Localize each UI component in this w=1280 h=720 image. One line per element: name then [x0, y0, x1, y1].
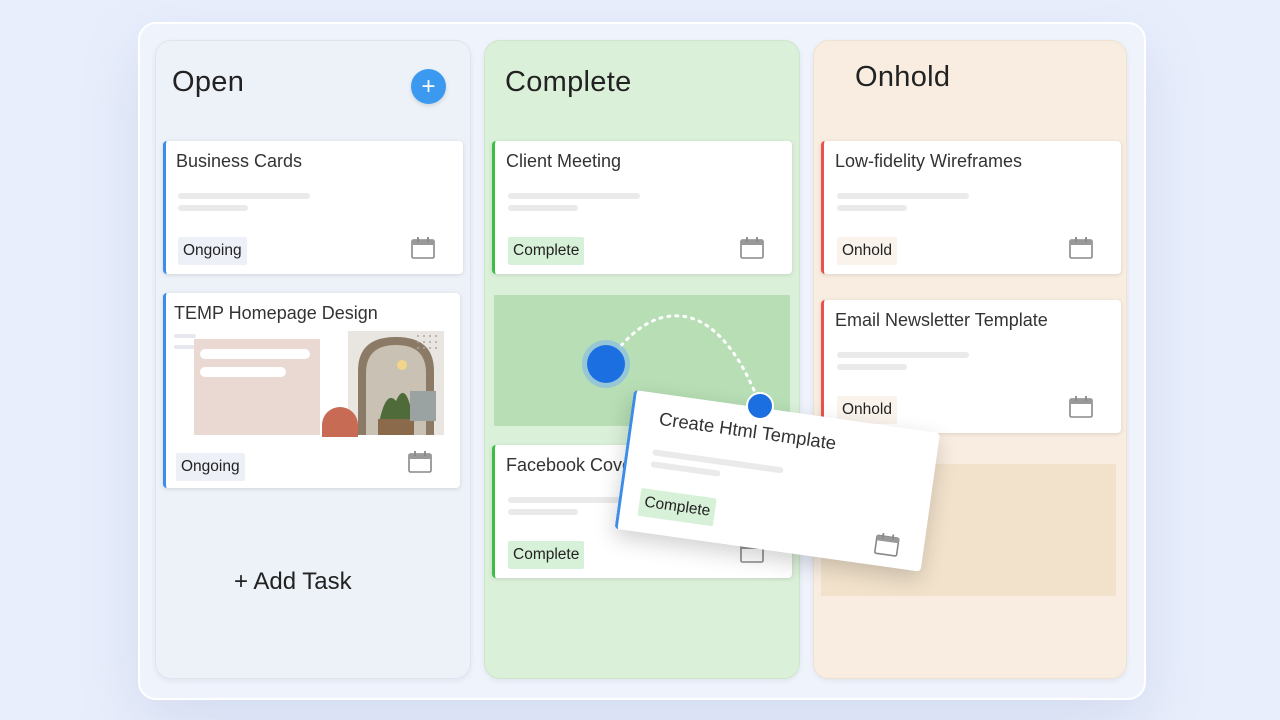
drag-endpoint-overlay — [746, 392, 774, 420]
